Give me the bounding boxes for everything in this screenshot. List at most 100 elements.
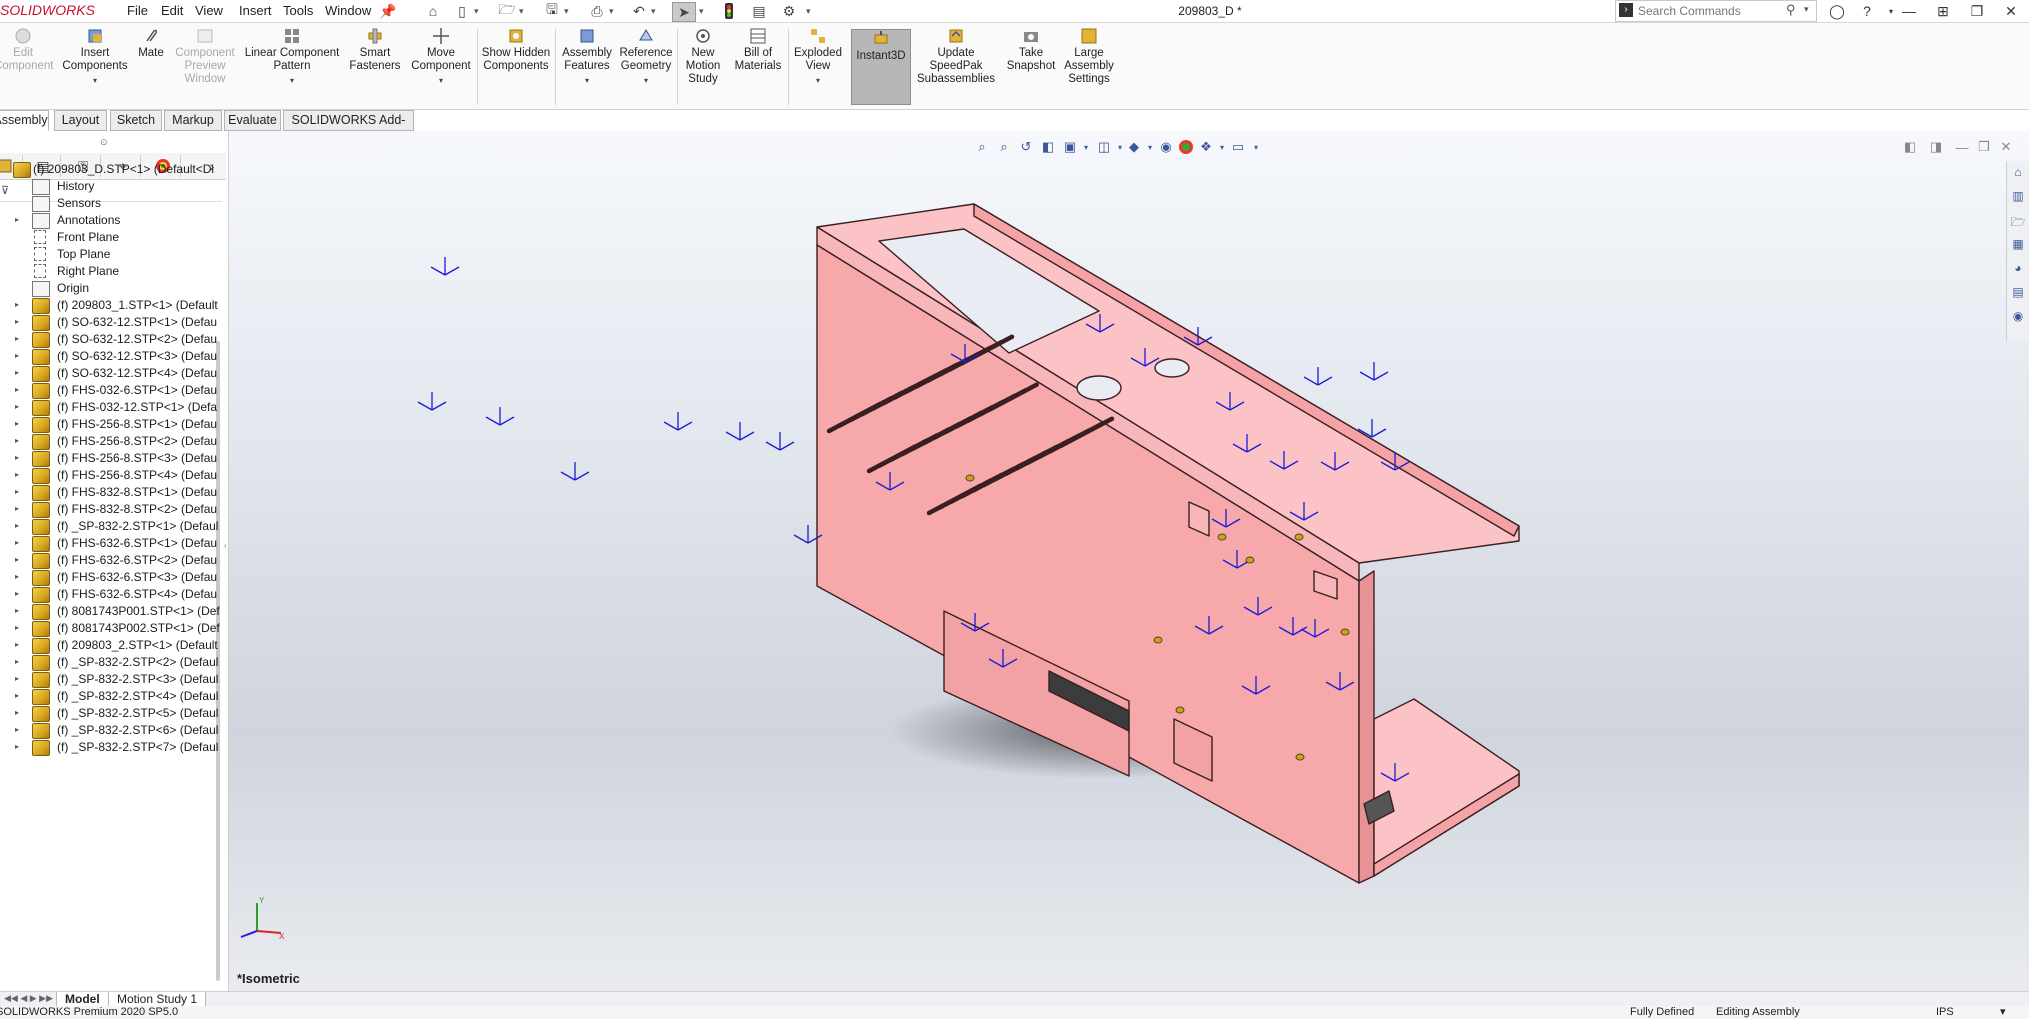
panel-resize-handle[interactable]: ‹ <box>224 541 227 550</box>
fastener-head[interactable] <box>1294 533 1304 541</box>
menu-view[interactable]: View <box>195 3 223 18</box>
pin-icon[interactable]: 📌 <box>377 2 399 20</box>
close-window-icon[interactable]: ✕ <box>1997 1 2025 21</box>
new-document-icon[interactable]: ▯ <box>451 2 473 20</box>
tab-markup[interactable]: Markup <box>164 110 222 131</box>
mate-button[interactable]: Mate <box>134 27 168 60</box>
solidworks-logo[interactable]: 3SSOLIDWORKS <box>0 2 95 18</box>
tab-assembly[interactable]: Assembly <box>0 110 49 131</box>
tab-layout[interactable]: Layout <box>54 110 107 131</box>
traffic-light-icon[interactable] <box>718 2 740 20</box>
right-end-edge[interactable] <box>1358 570 1375 884</box>
chevron-down-icon[interactable]: ▾ <box>609 2 617 20</box>
open-folder-icon[interactable]: 🗁 <box>496 1 518 20</box>
fastener-head[interactable] <box>1295 753 1305 761</box>
expand-arrow-icon[interactable]: ▸ <box>15 736 19 758</box>
customize-status-icon[interactable]: ▾ <box>2000 1006 2006 1019</box>
smart-fasteners-button[interactable]: Smart Fasteners <box>346 27 404 73</box>
component-preview-button[interactable]: Component Preview Window <box>172 27 238 86</box>
tab-motion-study-1[interactable]: Motion Study 1 <box>108 992 207 1007</box>
menu-file[interactable]: File <box>127 3 148 18</box>
new-motion-study-button[interactable]: New Motion Study <box>681 27 725 86</box>
update-speedpak-button[interactable]: Update SpeedPak Subassemblies <box>916 27 996 86</box>
view-palette-icon[interactable]: ▦ <box>2010 237 2026 253</box>
exploded-view-button[interactable]: Exploded View ▾ <box>792 27 844 87</box>
chevron-down-icon[interactable]: ▾ <box>1804 4 1809 15</box>
insert-components-button[interactable]: Insert Components ▾ <box>62 27 128 87</box>
minimize-window-icon[interactable]: — <box>1895 1 1923 21</box>
select-cursor-icon[interactable]: ➤ <box>672 2 696 22</box>
take-snapshot-button[interactable]: Take Snapshot <box>1004 27 1058 73</box>
plane-icon <box>34 230 46 244</box>
menu-insert[interactable]: Insert <box>239 3 272 18</box>
chevron-down-icon[interactable]: ▾ <box>699 2 707 20</box>
home-icon[interactable]: ⌂ <box>422 2 444 20</box>
chevron-down-icon[interactable]: ▾ <box>519 2 527 20</box>
task-pane: ⌂ ▥ 🗁 ▦ ◕ ▤ ◉ <box>2006 161 2029 341</box>
restore-window-icon[interactable]: ❐ <box>1963 1 1991 21</box>
chevron-down-icon[interactable]: ▾ <box>62 74 128 87</box>
chevron-down-icon[interactable]: ▾ <box>242 74 342 87</box>
tree-component-item[interactable]: ▸ (f) _SP-832-2.STP<7> (Defaul <box>0 736 222 758</box>
chevron-down-icon[interactable]: ▾ <box>559 74 615 87</box>
show-hidden-components-button[interactable]: Show Hidden Components <box>481 27 551 73</box>
camera-icon <box>1022 27 1040 45</box>
sheet-metal-enclosure[interactable] <box>816 203 1520 884</box>
reference-geometry-button[interactable]: Reference Geometry ▾ <box>617 27 675 87</box>
large-assembly-settings-button[interactable]: Large Assembly Settings <box>1062 27 1116 86</box>
tab-solidworks-add-ins[interactable]: SOLIDWORKS Add-Ins <box>283 110 414 146</box>
fastener-head[interactable] <box>1245 556 1255 564</box>
solidworks-resources-icon[interactable]: ⌂ <box>2010 165 2026 181</box>
fastener-head[interactable] <box>1217 533 1227 541</box>
assembly-model-view[interactable] <box>229 131 2009 991</box>
fastener-head[interactable] <box>1340 628 1350 636</box>
search-input[interactable] <box>1638 3 1778 18</box>
chevron-down-icon[interactable]: ▾ <box>474 2 482 20</box>
chevron-down-icon[interactable]: ▾ <box>792 74 844 87</box>
menu-edit[interactable]: Edit <box>161 3 183 18</box>
round-hole[interactable] <box>1076 375 1122 401</box>
scroll-tabs-left-icon[interactable]: ◀◀ ◀ ▶ ▶▶ <box>4 993 53 1004</box>
menu-tools[interactable]: Tools <box>283 3 313 18</box>
move-component-button[interactable]: Move Component ▾ <box>408 27 474 87</box>
chevron-down-icon[interactable]: ▾ <box>408 74 474 87</box>
tab-sketch[interactable]: Sketch <box>110 110 162 131</box>
assembly-features-button[interactable]: Assembly Features ▾ <box>559 27 615 87</box>
custom-properties-icon[interactable]: ▤ <box>2010 285 2026 301</box>
search-box[interactable]: › ⚲ ▾ <box>1615 0 1817 22</box>
edit-component-button[interactable]: Edit Component <box>0 27 53 73</box>
fastener-head[interactable] <box>1153 636 1163 644</box>
chevron-down-icon[interactable]: ▾ <box>617 74 675 87</box>
tile-window-icon[interactable]: ⊞ <box>1929 1 1957 21</box>
tab-model[interactable]: Model <box>56 992 109 1007</box>
chevron-down-icon[interactable]: ▾ <box>651 2 659 20</box>
bill-of-materials-button[interactable]: Bill of Materials <box>730 27 786 73</box>
chevron-down-icon[interactable]: ▾ <box>806 2 814 20</box>
linear-component-pattern-button[interactable]: Linear Component Pattern ▾ <box>242 27 342 87</box>
file-properties-icon[interactable]: ▤ <box>748 2 770 20</box>
graphics-area[interactable]: ⌕ ⌕ ↺ ◧ ▣ ▾ ◫ ▾ ◆ ▾ ◉ ❖ ▾ ▭ ▾ ◧ ◨ — ❐ ✕ <box>229 131 2029 991</box>
menu-window[interactable]: Window <box>325 3 371 18</box>
tab-evaluate[interactable]: Evaluate <box>224 110 281 131</box>
user-account-icon[interactable]: ◯ <box>1823 1 1851 21</box>
print-icon[interactable]: ⎙ <box>586 2 608 20</box>
bom-table-icon <box>749 27 767 45</box>
fastener-head[interactable] <box>1175 706 1185 714</box>
3dexperience-icon[interactable]: ◉ <box>2010 309 2026 325</box>
undo-icon[interactable]: ↶ <box>628 2 650 20</box>
round-hole[interactable] <box>1154 358 1190 378</box>
move-arrows-icon <box>432 27 450 45</box>
chevron-down-icon[interactable]: ▾ <box>564 2 572 20</box>
file-explorer-icon[interactable]: 🗁 <box>2010 213 2026 229</box>
fastener-head[interactable] <box>965 474 975 482</box>
status-units[interactable]: IPS <box>1936 1006 1954 1019</box>
appearances-icon[interactable]: ◕ <box>2010 261 2026 277</box>
bottom-tab-bar: ◀◀ ◀ ▶ ▶▶ Model Motion Study 1 <box>0 991 2029 1007</box>
instant3d-button[interactable]: Instant3D <box>851 29 911 105</box>
design-library-icon[interactable]: ▥ <box>2010 189 2026 205</box>
options-gear-icon[interactable]: ⚙ <box>778 2 800 20</box>
panel-grip[interactable]: ⊙ <box>100 137 108 148</box>
search-icon[interactable]: ⚲ <box>1786 2 1796 18</box>
save-icon[interactable]: 🖫 <box>541 1 563 20</box>
command-manager: Edit Component Insert Components ▾ Mate … <box>0 23 2029 110</box>
